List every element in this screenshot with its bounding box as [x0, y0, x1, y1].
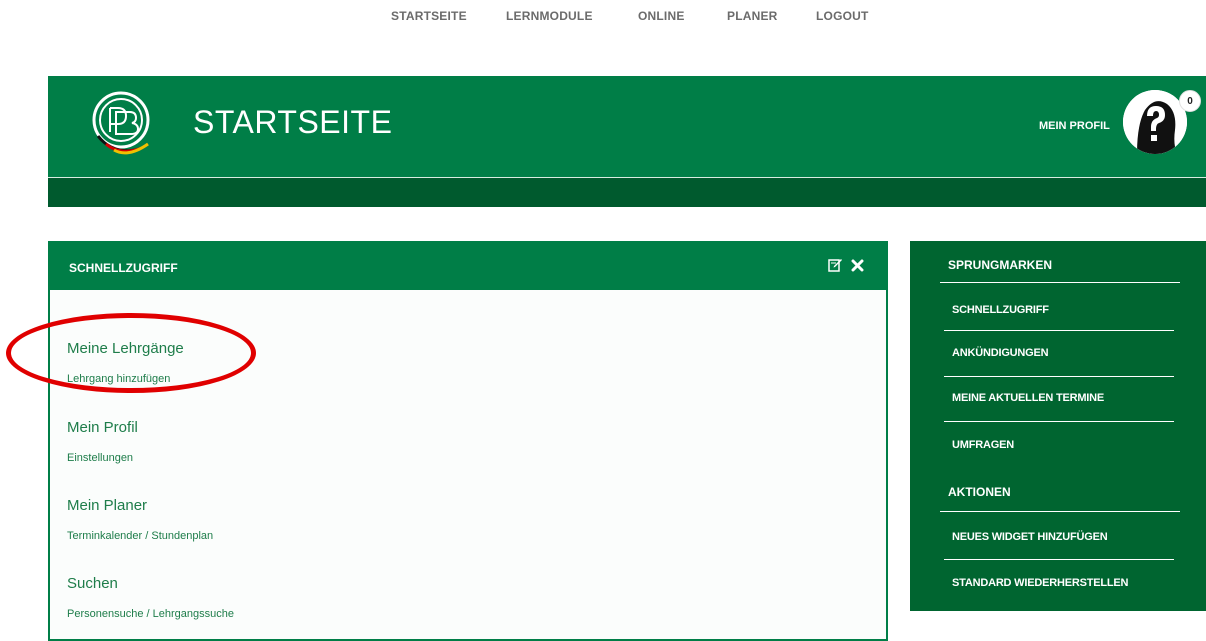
- sidebar-item-termine[interactable]: MEINE AKTUELLEN TERMINE: [952, 392, 1104, 404]
- sidebar-divider: [940, 282, 1180, 283]
- link-mein-profil[interactable]: Mein Profil: [67, 419, 138, 436]
- nav-link-planer[interactable]: PLANER: [727, 9, 778, 23]
- sidebar-divider: [944, 330, 1174, 331]
- user-avatar[interactable]: [1123, 90, 1187, 154]
- link-einstellungen[interactable]: Einstellungen: [67, 452, 133, 464]
- sidebar-divider: [944, 559, 1174, 560]
- link-personensuche[interactable]: Personensuche / Lehrgangssuche: [67, 608, 234, 620]
- jump-marks-heading: SPRUNGMARKEN: [948, 258, 1053, 272]
- sidebar-item-restore-default[interactable]: STANDARD WIEDERHERSTELLEN: [952, 577, 1128, 589]
- sidebar-divider: [944, 376, 1174, 377]
- widget-title: SCHNELLZUGRIFF: [69, 261, 178, 275]
- actions-heading: AKTIONEN: [948, 485, 1011, 499]
- sidebar-item-ankuendigungen[interactable]: ANKÜNDIGUNGEN: [952, 347, 1049, 359]
- nav-link-logout[interactable]: LOGOUT: [816, 9, 869, 23]
- sidebar-item-add-widget[interactable]: NEUES WIDGET HINZUFÜGEN: [952, 531, 1108, 543]
- quick-access-widget: SCHNELLZUGRIFF Meine Lehrgänge Lehrgang …: [48, 241, 888, 641]
- sidebar-item-umfragen[interactable]: UMFRAGEN: [952, 439, 1014, 451]
- nav-link-lernmodule[interactable]: LERNMODULE: [506, 9, 593, 23]
- nav-link-online[interactable]: ONLINE: [638, 9, 685, 23]
- page-title: STARTSEITE: [193, 104, 393, 140]
- top-navigation: STARTSEITE LERNMODULE ONLINE PLANER LOGO…: [0, 9, 1206, 27]
- notification-badge[interactable]: 0: [1179, 90, 1201, 112]
- link-lehrgang-hinzufuegen[interactable]: Lehrgang hinzufügen: [67, 373, 170, 385]
- widget-tools: [824, 257, 864, 276]
- link-terminkalender[interactable]: Terminkalender / Stundenplan: [67, 530, 213, 542]
- page-header: STARTSEITE MEIN PROFIL 0: [48, 76, 1206, 207]
- sidebar-divider: [944, 421, 1174, 422]
- dfb-logo-icon[interactable]: [92, 88, 158, 160]
- header-subbar: [48, 178, 1206, 207]
- link-mein-planer[interactable]: Mein Planer: [67, 497, 147, 514]
- close-icon[interactable]: [851, 259, 864, 276]
- edit-icon[interactable]: [828, 257, 843, 276]
- sidebar: SPRUNGMARKEN SCHNELLZUGRIFF ANKÜNDIGUNGE…: [910, 241, 1206, 611]
- link-suchen[interactable]: Suchen: [67, 575, 118, 592]
- nav-link-startseite[interactable]: STARTSEITE: [391, 9, 467, 23]
- sidebar-item-schnellzugriff[interactable]: SCHNELLZUGRIFF: [952, 304, 1049, 316]
- link-meine-lehrgaenge[interactable]: Meine Lehrgänge: [67, 340, 184, 357]
- widget-header: SCHNELLZUGRIFF: [50, 243, 886, 290]
- question-mark-avatar-icon: [1123, 90, 1187, 154]
- my-profile-link[interactable]: MEIN PROFIL: [1039, 120, 1110, 132]
- sidebar-divider: [940, 511, 1180, 512]
